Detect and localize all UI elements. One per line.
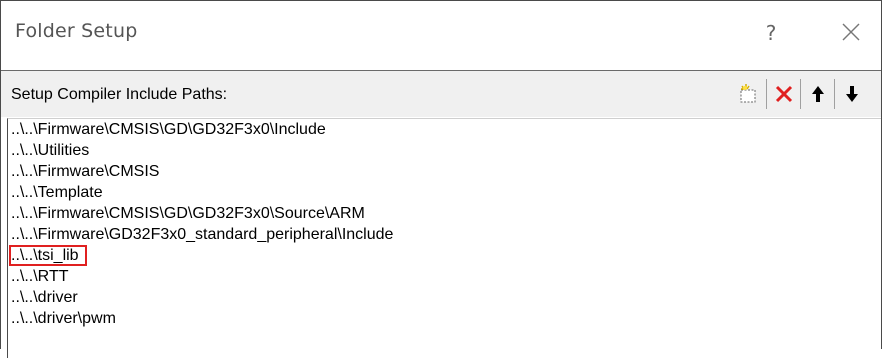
arrow-up-icon <box>811 86 824 102</box>
new-folder-button[interactable] <box>732 79 766 109</box>
include-paths-list[interactable]: ..\..\Firmware\CMSIS\GD\GD32F3x0\Include… <box>7 118 881 358</box>
move-up-button[interactable] <box>800 79 834 109</box>
new-folder-icon <box>740 84 756 103</box>
title-bar: Folder Setup ? <box>1 1 881 69</box>
help-button[interactable]: ? <box>753 15 789 51</box>
include-paths-header: Setup Compiler Include Paths: <box>1 70 881 117</box>
path-item[interactable]: ..\..\Firmware\CMSIS\GD\GD32F3x0\Source\… <box>8 203 881 224</box>
delete-button[interactable] <box>766 79 800 109</box>
path-item[interactable]: ..\..\Firmware\CMSIS\GD\GD32F3x0\Include <box>8 119 881 140</box>
dialog-title: Folder Setup <box>15 20 138 42</box>
path-item[interactable]: ..\..\Firmware\GD32F3x0_standard_periphe… <box>8 224 881 245</box>
close-icon <box>842 23 860 41</box>
close-button[interactable] <box>833 14 869 50</box>
folder-setup-dialog: Folder Setup ? Setup Compiler Include Pa… <box>0 0 882 358</box>
arrow-down-icon <box>845 86 858 102</box>
path-item[interactable]: ..\..\Firmware\CMSIS <box>8 161 881 182</box>
move-down-button[interactable] <box>834 79 868 109</box>
path-item[interactable]: ..\..\Template <box>8 182 881 203</box>
path-toolbar <box>732 79 868 109</box>
path-item[interactable]: ..\..\driver <box>8 287 881 308</box>
path-item[interactable]: ..\..\Utilities <box>8 140 881 161</box>
section-label: Setup Compiler Include Paths: <box>11 86 228 103</box>
path-item[interactable]: ..\..\RTT <box>8 266 881 287</box>
red-x-icon <box>775 85 792 103</box>
path-item-highlighted[interactable]: ..\..\tsi_lib <box>8 245 881 266</box>
path-item[interactable]: ..\..\driver\pwm <box>8 308 881 329</box>
